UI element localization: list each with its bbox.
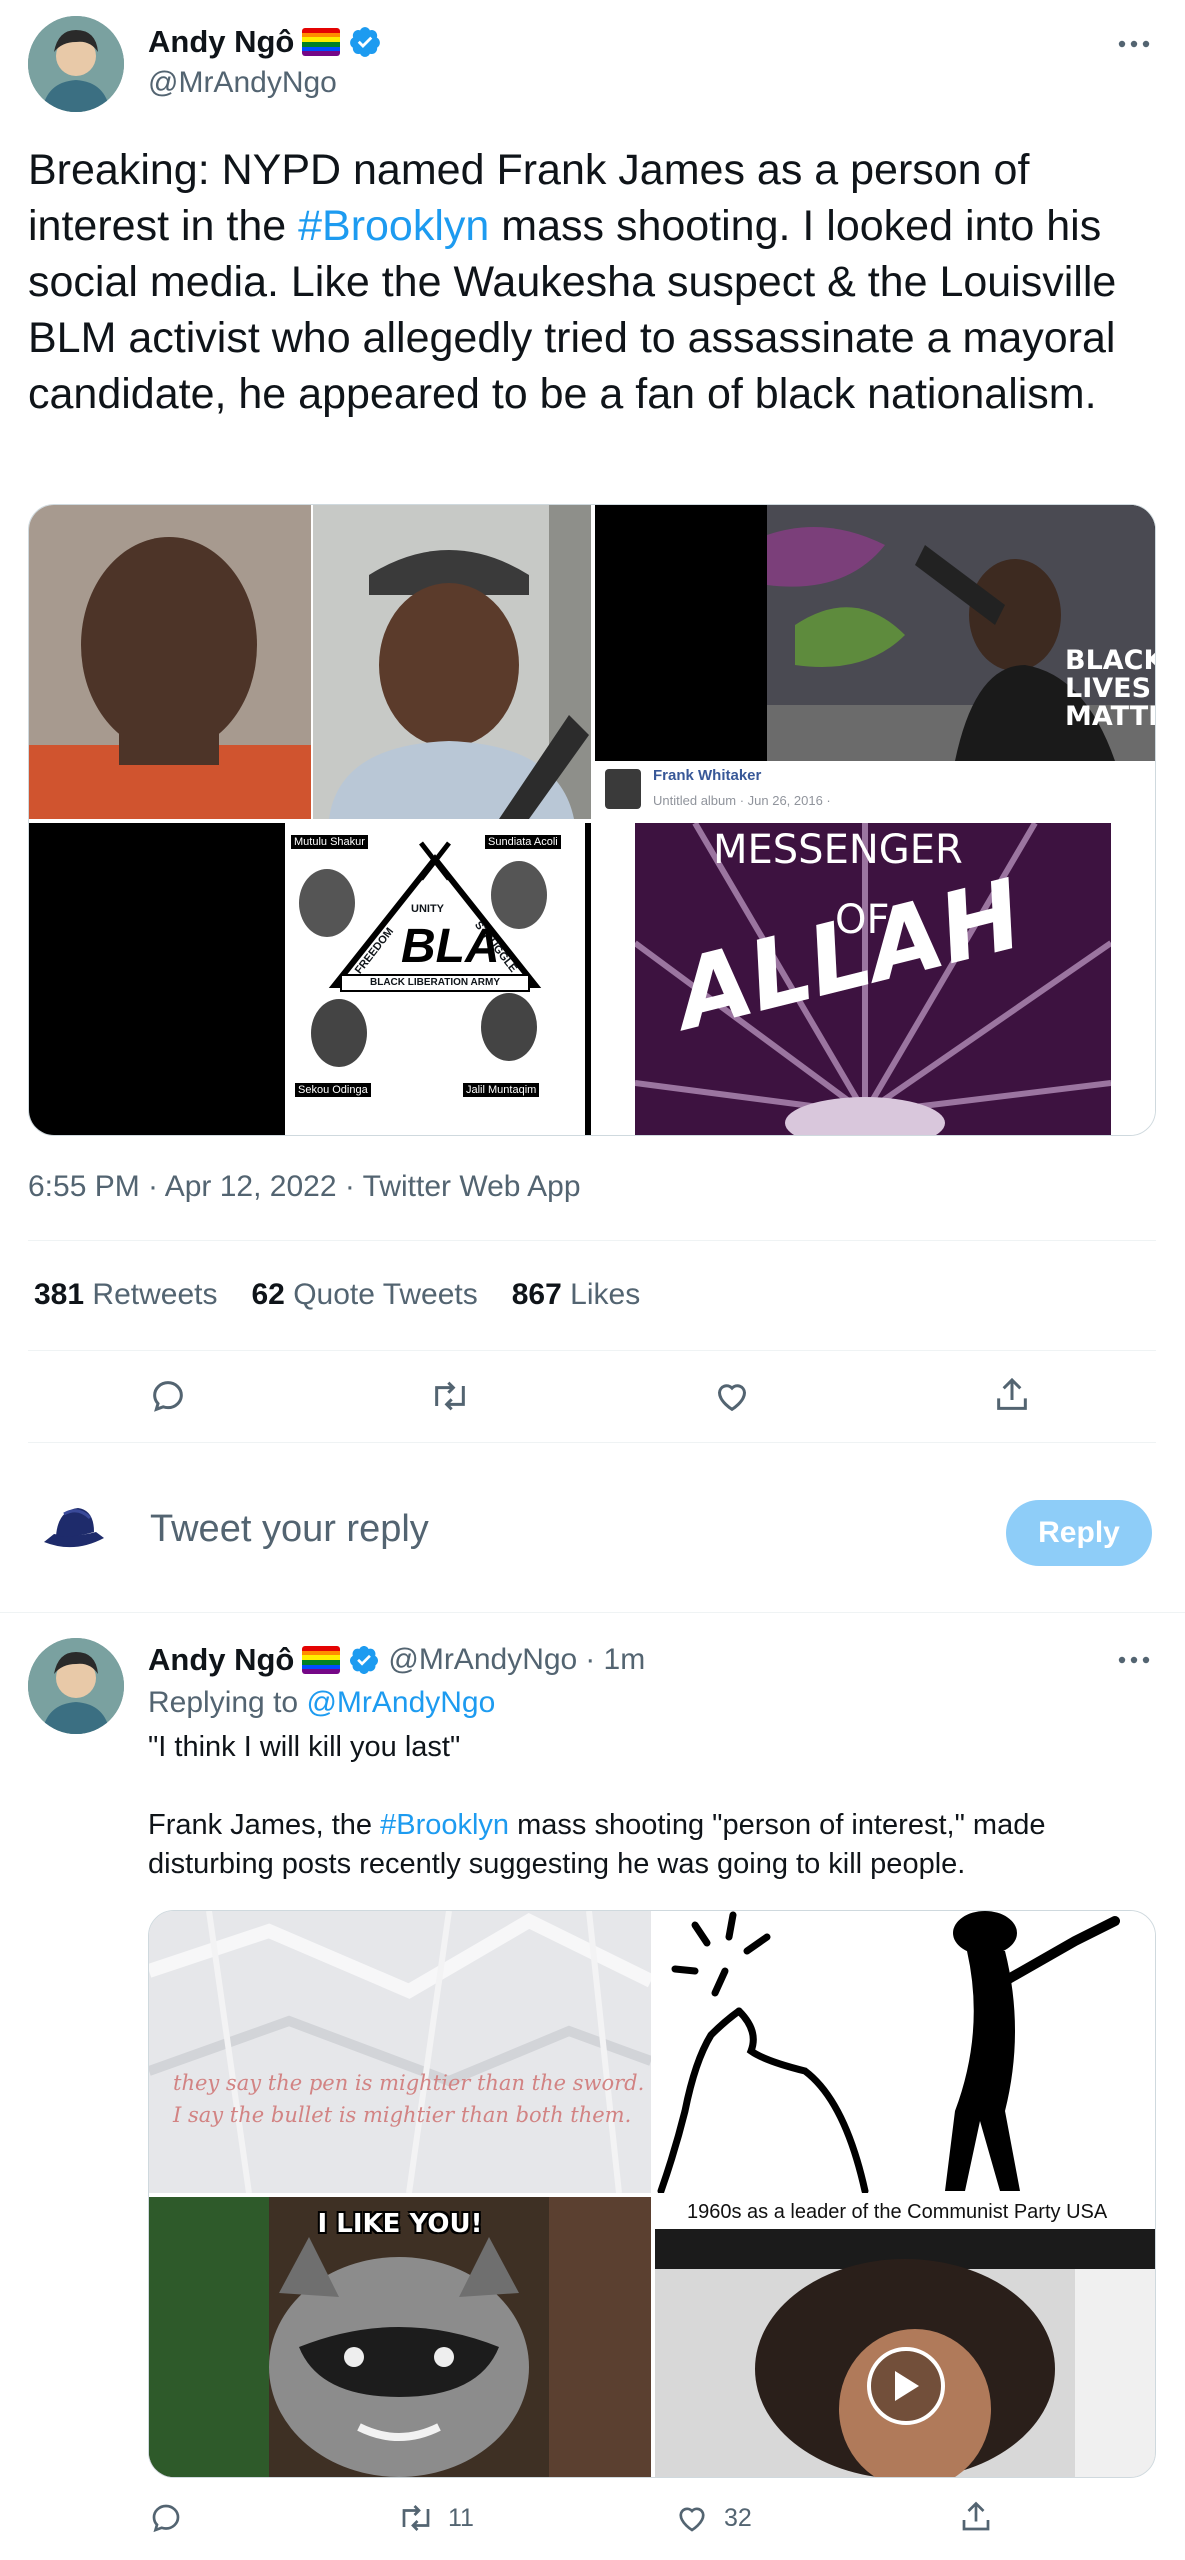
more-options-icon[interactable]: [1116, 36, 1152, 52]
author-name[interactable]: Andy Ngô: [148, 24, 294, 60]
reply-button[interactable]: Reply: [1006, 1500, 1152, 1566]
blm-text: BLACK LIVES MATTER: [1065, 645, 1156, 732]
replying-to-handle[interactable]: @MrAndyNgo: [306, 1686, 495, 1719]
reply-media-grid: they say the pen is mightier than the sw…: [148, 1910, 1156, 2478]
fb-caption-bar: Frank Whitaker Untitled album · Jun 26, …: [595, 761, 1155, 819]
video-communist-party[interactable]: 1960s as a leader of the Communist Party…: [655, 2197, 1155, 2477]
play-button-icon[interactable]: [867, 2347, 945, 2425]
like-icon[interactable]: [712, 1376, 752, 1416]
hashtag-link[interactable]: #Brooklyn: [380, 1809, 509, 1841]
like-icon: [679, 2507, 705, 2532]
share-icon[interactable]: [958, 2498, 994, 2536]
replying-to: Replying to @MrAndyNgo: [148, 1686, 496, 1719]
bla-name-3: Sekou Odinga: [295, 1083, 371, 1097]
author-handle[interactable]: @MrAndyNgo: [148, 66, 337, 100]
divider: [28, 1442, 1156, 1443]
messenger-line-1: MESSENGER: [713, 827, 963, 873]
tweet-text: Breaking: NYPD named Frank James as a pe…: [28, 142, 1158, 422]
photo-messenger-of-allah[interactable]: MESSENGER OF ALLAH: [595, 823, 1155, 1135]
rainbow-flag-icon: [302, 1646, 341, 1674]
photo-raccoon-meme[interactable]: I LIKE YOU!: [149, 2197, 651, 2477]
reply-time[interactable]: · 1m: [585, 1643, 645, 1677]
tweet-timestamp[interactable]: 6:55 PM · Apr 12, 2022 · Twitter Web App: [28, 1170, 581, 1204]
likes-stat[interactable]: 867 Likes: [512, 1278, 640, 1312]
author-name-row: Andy Ngô: [148, 22, 382, 62]
divider: [0, 1612, 1185, 1613]
photo-blm-post[interactable]: BLACK LIVES MATTER Frank Whitaker Untitl…: [595, 505, 1156, 819]
divider: [28, 1240, 1156, 1241]
retweet-count: 11: [448, 2503, 474, 2532]
bla-unity: UNITY: [411, 903, 444, 915]
reply-text-line-2: Frank James, the #Brooklyn mass shooting…: [148, 1809, 1046, 1880]
reply-icon[interactable]: [148, 1376, 188, 1416]
bla-subtitle: BLACK LIBERATION ARMY: [370, 977, 500, 988]
author-avatar[interactable]: [28, 16, 124, 112]
reply-input[interactable]: Tweet your reply: [150, 1508, 429, 1551]
reply-header: Andy Ngô @MrAndyNgo · 1m: [148, 1640, 645, 1680]
retweet-icon[interactable]: [428, 1376, 472, 1416]
retweet-button[interactable]: 11: [396, 2500, 474, 2536]
fb-meta: Untitled album · Jun 26, 2016 ·: [653, 793, 831, 808]
photo-bla-poster[interactable]: Mutulu Shakur Sundiata Acoli UNITY FREED…: [29, 823, 591, 1135]
raccoon-caption: I LIKE YOU!: [317, 2209, 483, 2239]
quote-tweets-stat[interactable]: 62 Quote Tweets: [251, 1278, 477, 1312]
reply-icon[interactable]: [148, 2500, 184, 2536]
photo-mugshots[interactable]: [29, 505, 591, 819]
quote-line-2: I say the bullet is mightier than both t…: [173, 2103, 632, 2127]
like-count: 32: [724, 2503, 752, 2532]
photo-pen-bullet-quote[interactable]: they say the pen is mightier than the sw…: [149, 1911, 651, 2193]
reply-author-handle[interactable]: @MrAndyNgo: [388, 1643, 577, 1677]
hashtag-link[interactable]: #Brooklyn: [298, 202, 489, 250]
share-icon[interactable]: [992, 1374, 1032, 1416]
verified-badge-icon: [350, 1646, 379, 1674]
photo-stick-figures[interactable]: [655, 1911, 1155, 2193]
current-user-avatar: [34, 1492, 114, 1572]
reply-text: "I think I will kill you last" Frank Jam…: [148, 1728, 1148, 1884]
verified-badge-icon: [350, 27, 381, 57]
quote-line-1: they say the pen is mightier than the sw…: [173, 2071, 645, 2095]
reply-action-bar: 11 32: [0, 2496, 1185, 2546]
tweet-stats: 381 Retweets 62 Quote Tweets 867 Likes: [34, 1278, 640, 1312]
reply-author-name[interactable]: Andy Ngô: [148, 1642, 294, 1678]
tweet-media-grid: BLACK LIVES MATTER Frank Whitaker Untitl…: [28, 504, 1156, 1136]
video-caption: 1960s as a leader of the Communist Party…: [687, 2201, 1108, 2223]
more-options-icon[interactable]: [1116, 1652, 1152, 1668]
reply-text-line-1: "I think I will kill you last": [148, 1731, 461, 1763]
fb-name: Frank Whitaker: [653, 767, 762, 784]
reply-author-avatar[interactable]: [28, 1638, 124, 1734]
like-button[interactable]: 32: [674, 2500, 752, 2536]
rainbow-flag-icon: [302, 28, 341, 56]
retweet-icon: [402, 2505, 430, 2531]
retweets-stat[interactable]: 381 Retweets: [34, 1278, 217, 1312]
divider: [28, 1350, 1156, 1351]
bla-logo-text: BLA: [401, 920, 500, 973]
tweet-action-bar: [0, 1366, 1185, 1426]
bla-name-4: Jalil Muntaqim: [463, 1083, 540, 1097]
fb-avatar: [605, 769, 641, 809]
